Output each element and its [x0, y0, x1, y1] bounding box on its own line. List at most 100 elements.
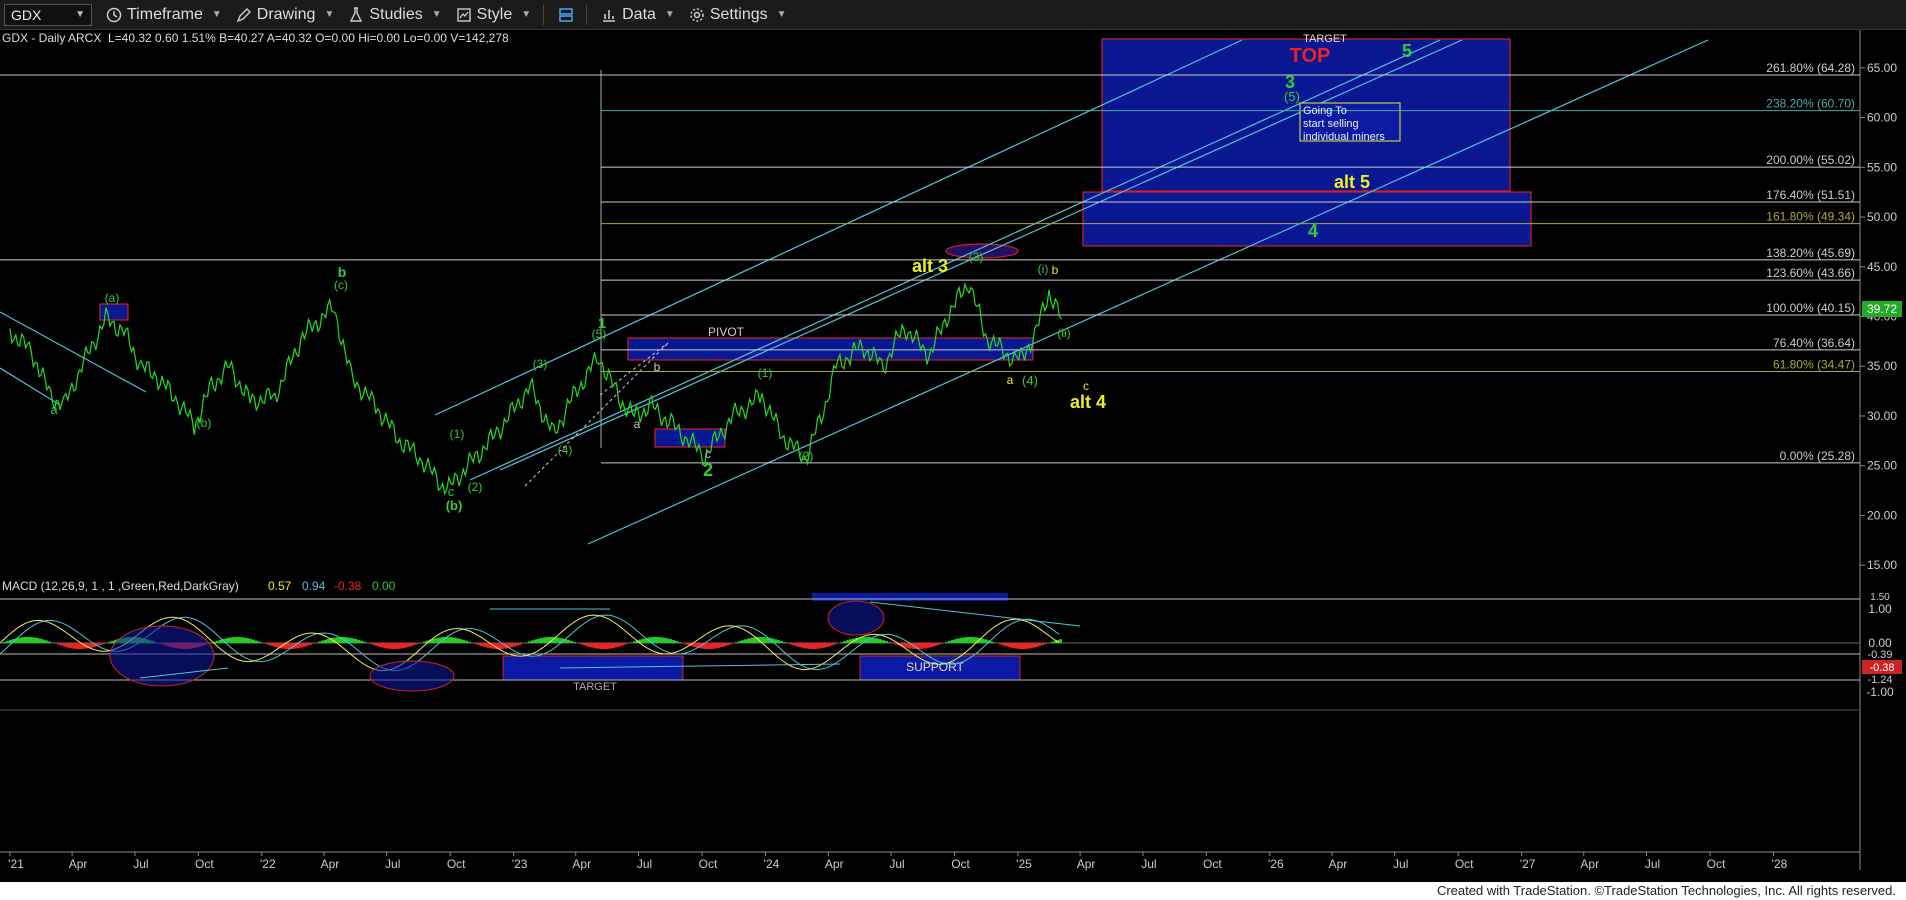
toolbar: GDX ▼ Timeframe ▼ Drawing ▼ Studies ▼ St… — [0, 0, 1906, 30]
macd-histogram-bar — [621, 643, 624, 646]
macd-histogram-bar — [417, 643, 420, 644]
macd-histogram-bar — [42, 639, 45, 643]
y-tick-label: 25.00 — [1867, 459, 1897, 473]
macd-histogram-bar — [360, 640, 363, 643]
macd-histogram-bar — [273, 643, 276, 647]
macd-histogram-bar — [918, 643, 921, 649]
macd-histogram-bar — [309, 643, 312, 645]
y-tick-label: 15.00 — [1867, 558, 1897, 572]
macd-histogram-bar — [237, 637, 240, 643]
macd-histogram-bar — [840, 642, 843, 643]
macd-histogram-bar — [873, 637, 876, 643]
macd-histogram-bar — [375, 643, 378, 646]
macd-histogram-bar — [303, 643, 306, 647]
fib-label: 138.20% (45.69) — [1766, 246, 1855, 260]
settings-label: Settings — [709, 5, 768, 23]
gear-icon — [690, 7, 704, 22]
chevron-down-icon: ▼ — [324, 9, 335, 20]
macd-histogram-bar — [846, 640, 849, 643]
macd-support-label: SUPPORT — [906, 660, 964, 674]
macd-histogram-bar — [1044, 643, 1047, 645]
macd-histogram-bar — [939, 643, 942, 645]
macd-histogram-bar — [618, 643, 621, 647]
symbol-selector[interactable]: GDX ▼ — [4, 3, 92, 26]
wave-label: b — [1052, 263, 1059, 277]
macd-histogram-bar — [825, 643, 828, 648]
macd-histogram-bar — [792, 643, 795, 646]
studies-label: Studies — [369, 5, 423, 23]
drawing-button[interactable]: Drawing ▼ — [236, 6, 335, 24]
style-label: Style — [476, 5, 513, 23]
macd-trendline — [869, 601, 1081, 627]
macd-value-2: 0.94 — [302, 579, 326, 593]
macd-histogram-bar — [708, 643, 711, 649]
macd-histogram-bar — [372, 643, 375, 645]
x-tick-label: Jul — [889, 857, 904, 871]
macd-histogram-bar — [744, 639, 747, 643]
macd-histogram-bar — [642, 638, 645, 643]
macd-histogram-bar — [24, 637, 27, 643]
macd-histogram-bar — [456, 638, 459, 643]
macd-tick: -0.38 — [1869, 662, 1894, 674]
macd-histogram-bar — [246, 638, 249, 643]
fib-label: 123.60% (43.66) — [1766, 266, 1855, 280]
macd-histogram-bar — [555, 637, 558, 643]
macd-histogram-bar — [468, 641, 471, 643]
macd-histogram-bar — [243, 637, 246, 643]
layout-button[interactable] — [558, 7, 574, 23]
x-tick-label: Apr — [1580, 857, 1599, 871]
price-chart[interactable]: GDX - Daily ARCX L=40.32 0.60 1.51% B=40… — [0, 30, 1906, 882]
macd-histogram-bar — [579, 643, 582, 645]
macd-histogram-bar — [807, 643, 810, 649]
macd-histogram-bar — [948, 641, 951, 643]
macd-histogram-bar — [447, 637, 450, 643]
macd-histogram-bar — [390, 643, 393, 649]
macd-histogram-bar — [822, 643, 825, 648]
style-button[interactable]: Style ▼ — [456, 6, 531, 24]
wave-label: (i) — [1038, 262, 1049, 276]
macd-histogram-bar — [630, 642, 633, 643]
macd-histogram-bar — [510, 643, 513, 648]
studies-button[interactable]: Studies ▼ — [348, 5, 442, 24]
macd-histogram-bar — [921, 643, 924, 649]
macd-histogram-bar — [534, 639, 537, 643]
macd-histogram-bar — [717, 643, 720, 648]
settings-button[interactable]: Settings ▼ — [689, 6, 787, 24]
macd-histogram-bar — [57, 643, 60, 645]
wave-label: (1) — [758, 366, 773, 380]
fib-label: 76.40% (36.64) — [1773, 336, 1855, 350]
flask-icon — [350, 6, 363, 22]
macd-histogram-bar — [27, 637, 30, 643]
fib-label: 0.00% (25.28) — [1780, 449, 1855, 463]
macd-histogram-bar — [513, 643, 516, 647]
macd-histogram-bar — [9, 639, 12, 643]
macd-histogram-bar — [795, 643, 798, 647]
macd-histogram-bar — [33, 637, 36, 643]
chevron-down-icon: ▼ — [664, 9, 675, 20]
macd-histogram-bar — [363, 641, 366, 643]
y-tick-label: 20.00 — [1867, 508, 1897, 522]
macd-histogram-bar — [936, 643, 939, 646]
macd-histogram-bar — [831, 643, 834, 646]
macd-histogram-bar — [765, 637, 768, 643]
x-tick-label: Apr — [572, 857, 591, 871]
macd-histogram-bar — [6, 640, 9, 643]
fib-label: 61.80% (34.47) — [1773, 358, 1855, 372]
macd-histogram-bar — [90, 643, 93, 648]
timeframe-button[interactable]: Timeframe ▼ — [106, 6, 222, 24]
macd-histogram-bar — [879, 639, 882, 643]
wave-label: (ii) — [1057, 326, 1070, 340]
macd-histogram-bar — [423, 641, 426, 643]
macd-histogram-bar — [546, 637, 549, 643]
data-button[interactable]: Data ▼ — [601, 6, 675, 24]
macd-histogram-bar — [984, 639, 987, 643]
macd-label: MACD (12,26,9, 1 , 1 ,Green,Red,DarkGray… — [2, 579, 239, 593]
x-tick-label: Jul — [385, 857, 400, 871]
macd-histogram-bar — [543, 637, 546, 643]
macd-histogram-bar — [774, 639, 777, 643]
price-layer — [9, 282, 1062, 496]
macd-histogram-bar — [657, 637, 660, 643]
target-label: TARGET — [1303, 33, 1347, 45]
macd-histogram-bar — [531, 640, 534, 643]
macd-histogram-bar — [525, 642, 528, 643]
